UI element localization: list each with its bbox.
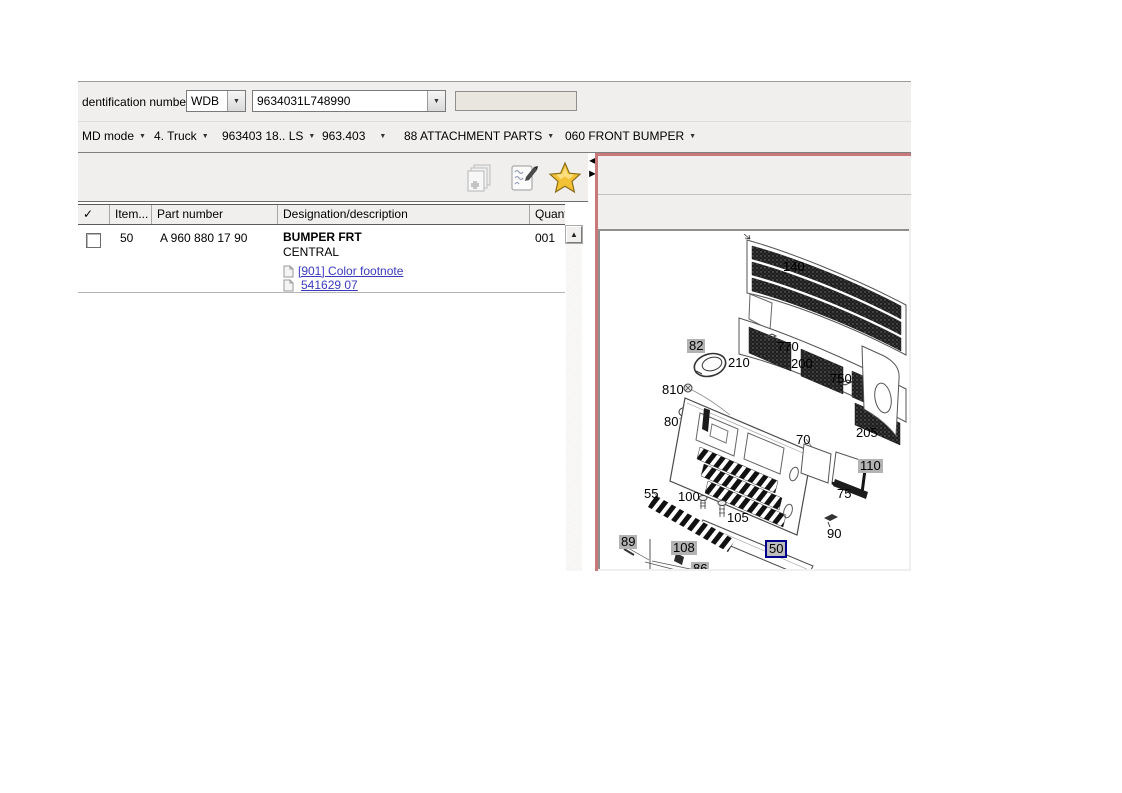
callout-810[interactable]: 810 [662,383,684,397]
footnote-number-link[interactable]: 541629 07 [298,278,358,292]
callout-140[interactable]: 140 [783,260,805,274]
epc-window-fragment: dentification number WDB ▼ 9634031L74899… [78,81,911,571]
breadcrumb-item-model[interactable]: 963403 18.. LS▼ [222,129,315,143]
column-header-quantity[interactable]: Quantit [530,205,565,224]
chevron-down-icon: ▼ [689,133,696,140]
illustration-subheader-band [598,195,911,229]
copy-parts-list-icon[interactable] [462,161,496,195]
column-header-part-number[interactable]: Part number [152,205,278,224]
callout-110[interactable]: 110 [858,459,883,473]
table-row[interactable]: 50 A 960 880 17 90 BUMPER FRT CENTRAL 00… [78,224,565,293]
chevron-down-icon: ▼ [379,133,386,140]
breadcrumb-item-subgroup[interactable]: 060 FRONT BUMPER▼ [565,129,696,143]
main-split-area: ✓ Item... Part number Designation/descri… [78,153,911,571]
callout-50[interactable]: 50 [765,540,787,558]
callout-55[interactable]: 55 [644,487,658,501]
parts-table-header: ✓ Item... Part number Designation/descri… [78,204,565,225]
footnote-link-row: 541629 07 [283,278,358,292]
scroll-up-icon: ▲ [570,230,578,239]
identification-bar: dentification number WDB ▼ 9634031L74899… [78,82,911,121]
wmi-code-value: WDB [187,94,227,108]
bumper-exploded-diagram: 140 82 770 210 200 750 810 80 70 205 110 75 55 100 105… [598,229,909,569]
chevron-down-icon[interactable]: ▼ [427,91,445,111]
color-footnote-link[interactable]: [901] Color footnote [298,264,403,278]
parts-list-panel: ✓ Item... Part number Designation/descri… [78,153,588,571]
scroll-up-button[interactable]: ▲ [566,226,582,243]
footnote-link-row: [901] Color footnote [283,264,403,278]
diagram-drawing [600,231,909,569]
callout-86[interactable]: 86 [691,562,709,569]
callout-750[interactable]: 750 [830,372,852,386]
column-header-item[interactable]: Item... [110,205,152,224]
callout-770[interactable]: 770 [777,340,799,354]
breadcrumb-item-group[interactable]: 88 ATTACHMENT PARTS▼ [404,129,554,143]
breadcrumb-item-md-mode[interactable]: MD mode▼ [82,129,146,143]
aux-disabled-input[interactable] [455,91,577,111]
chevron-down-icon[interactable]: ▼ [227,91,245,111]
callout-210[interactable]: 210 [728,356,750,370]
identification-number-label: dentification number [82,95,190,109]
column-header-check[interactable]: ✓ [78,205,110,224]
breadcrumb: MD mode▼ 4. Truck▼ 963403 18.. LS▼ 963.4… [78,121,911,153]
column-header-designation[interactable]: Designation/description [278,205,530,224]
chevron-down-icon: ▼ [139,133,146,140]
table-scrollbar[interactable]: ▲ [566,226,582,571]
callout-105[interactable]: 105 [727,511,749,525]
chevron-down-icon: ▼ [308,133,315,140]
callout-89[interactable]: 89 [619,535,637,549]
callout-70[interactable]: 70 [796,433,810,447]
row-item-number: 50 [120,231,133,245]
callout-108[interactable]: 108 [671,541,697,555]
illustration-panel: 140 82 770 210 200 750 810 80 70 205 110 75 55 100 105… [595,153,911,571]
illustration-header-band [598,156,911,195]
wmi-code-select[interactable]: WDB ▼ [186,90,246,112]
notes-icon[interactable] [506,161,540,195]
document-icon[interactable] [283,279,294,292]
row-quantity: 001 [535,231,555,245]
callout-200[interactable]: 200 [791,357,813,371]
row-checkbox[interactable] [86,233,101,248]
row-designation-title: BUMPER FRT [283,230,362,244]
favorites-star-icon[interactable] [548,161,582,195]
callout-80[interactable]: 80 [664,415,678,429]
panel-splitter[interactable]: ◄ ► [588,153,595,571]
callout-90[interactable]: 90 [827,527,841,541]
callout-100[interactable]: 100 [678,490,700,504]
callout-75[interactable]: 75 [837,487,851,501]
row-designation-sub: CENTRAL [283,245,339,259]
document-icon[interactable] [283,265,294,278]
callout-82[interactable]: 82 [687,339,705,353]
chevron-down-icon: ▼ [202,133,209,140]
chevron-down-icon: ▼ [547,133,554,140]
callout-205[interactable]: 205 [856,426,878,440]
parts-toolbar [78,153,588,202]
vin-input-value[interactable]: 9634031L748990 [253,94,427,108]
breadcrumb-item-truck[interactable]: 4. Truck▼ [154,129,209,143]
screen: dentification number WDB ▼ 9634031L74899… [0,0,1122,793]
breadcrumb-item-series[interactable]: 963.403▼ [322,129,386,143]
row-part-number: A 960 880 17 90 [160,231,247,245]
vin-input-combo[interactable]: 9634031L748990 ▼ [252,90,446,112]
